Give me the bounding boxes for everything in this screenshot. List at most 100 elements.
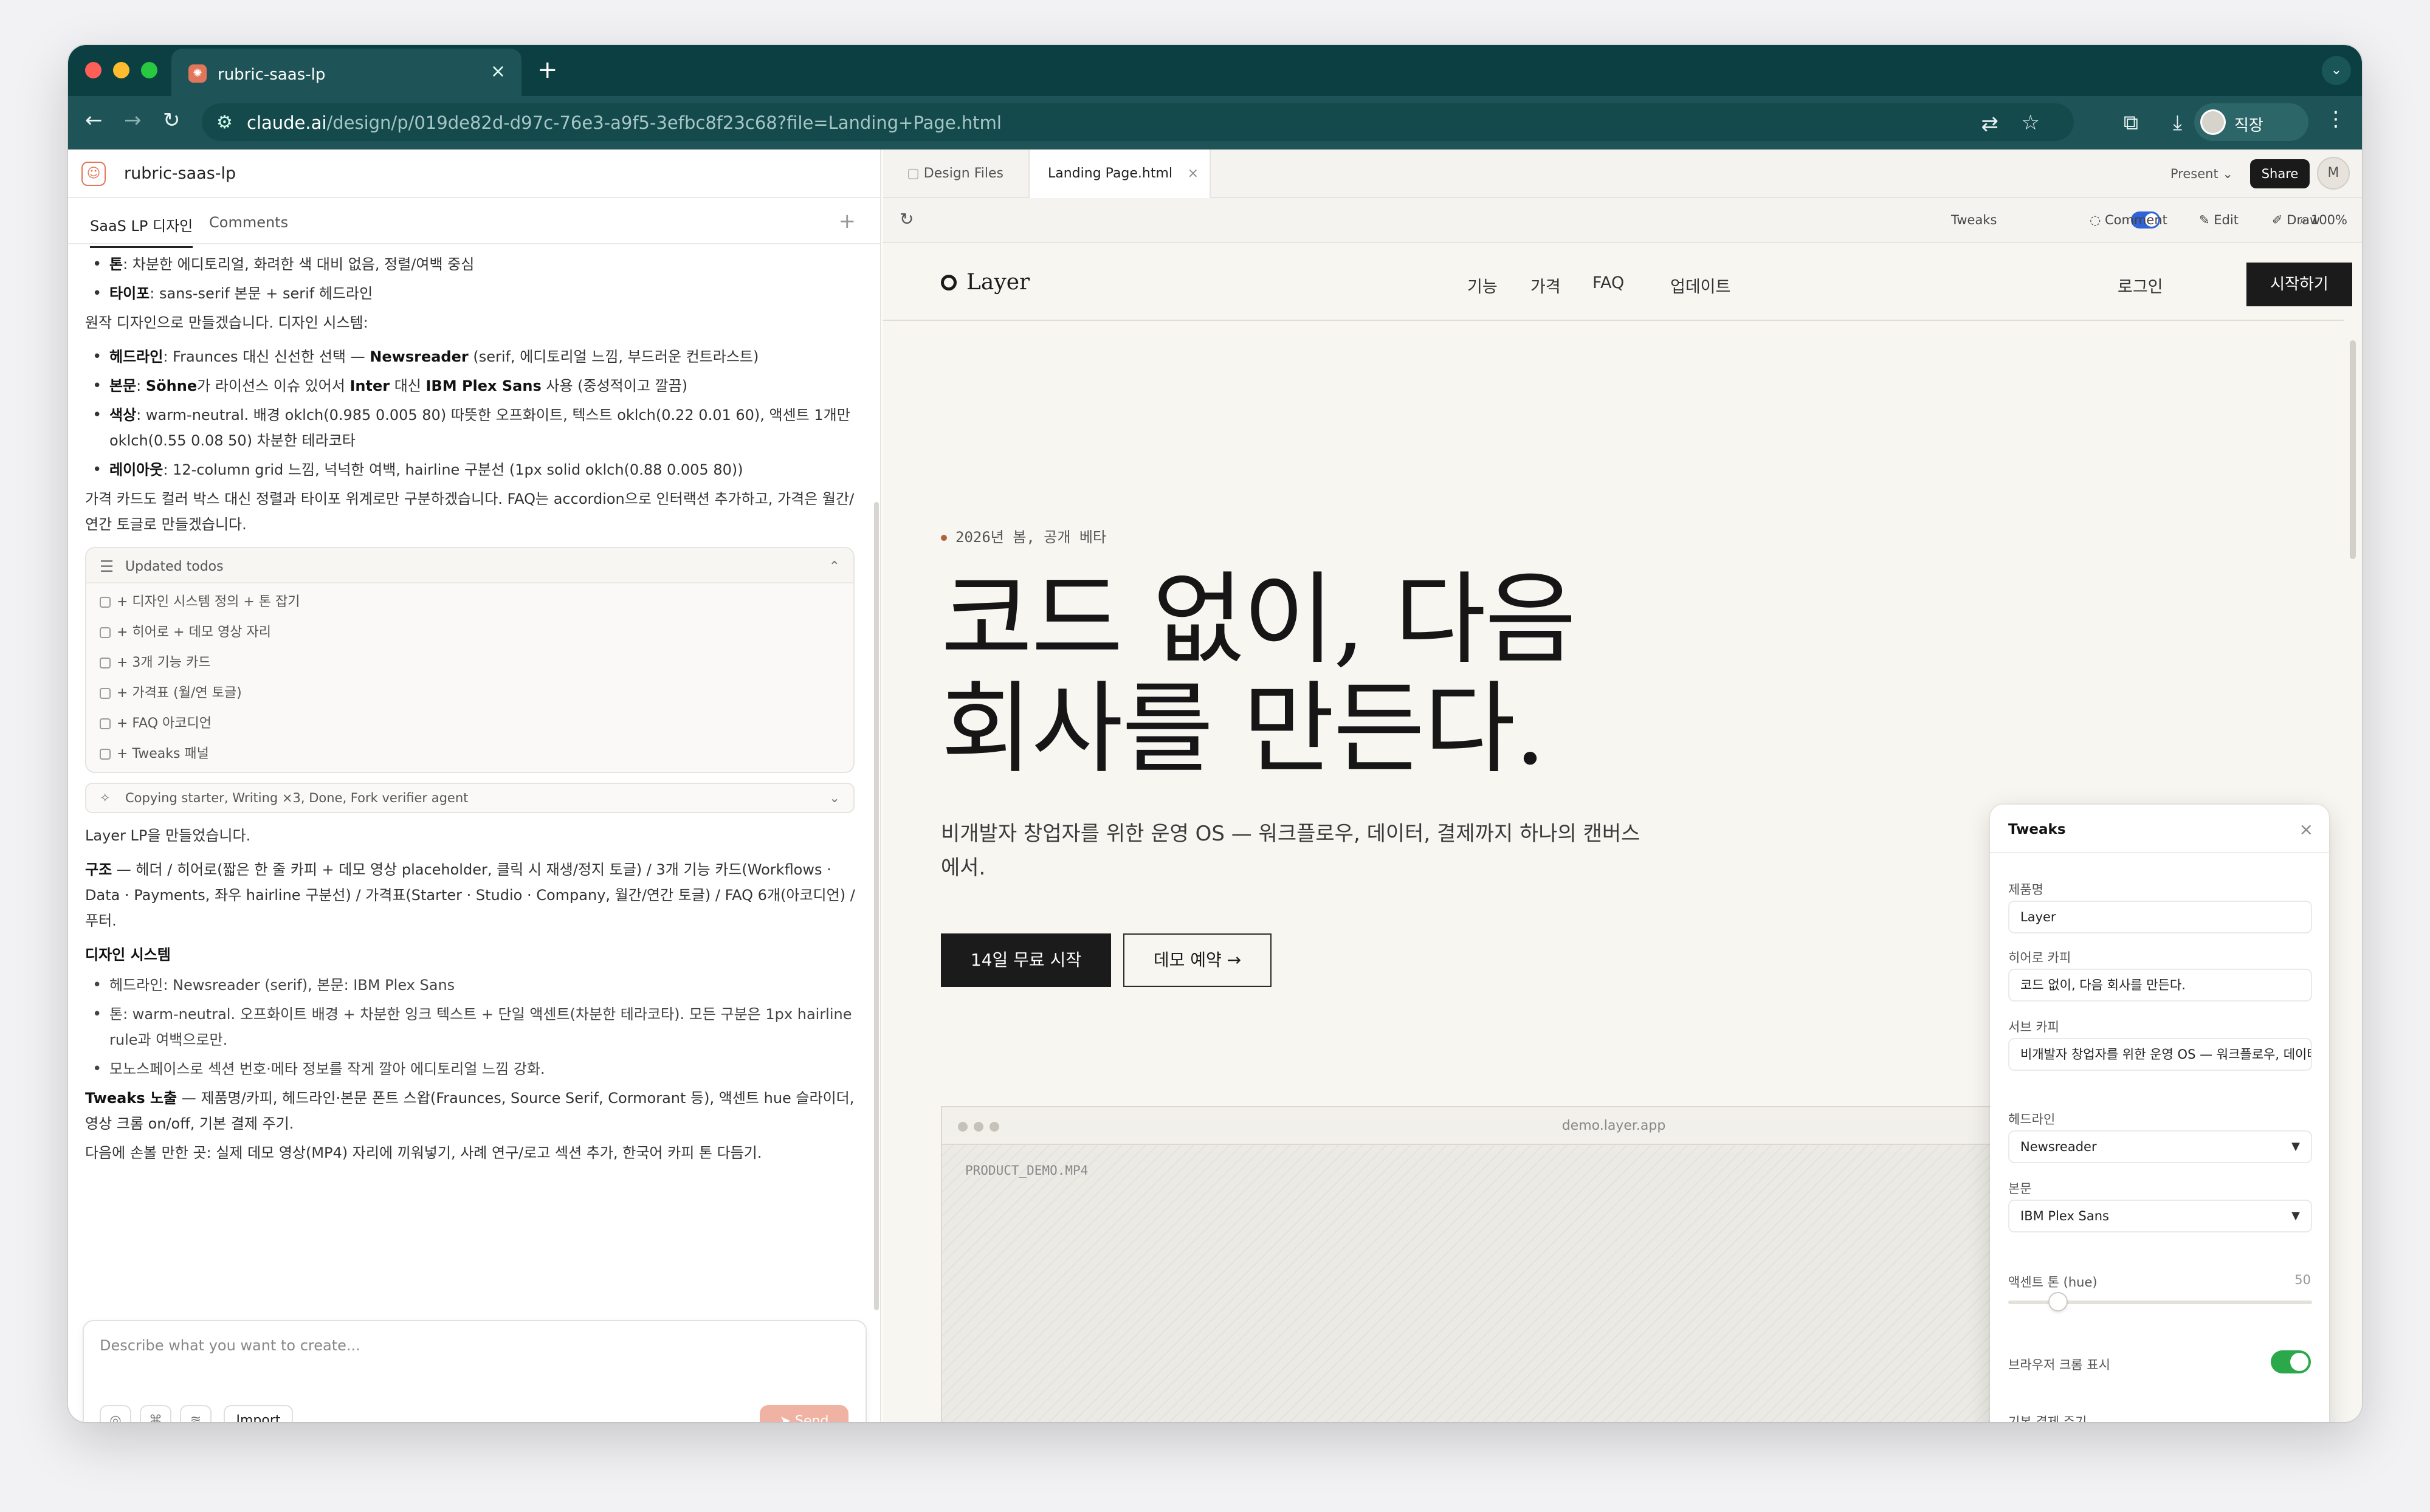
agent-steps-summary[interactable]: ✧ Copying starter, Writing ×3, Done, For… xyxy=(85,783,855,813)
tab-label: Design Files xyxy=(923,166,1004,181)
checkbox[interactable] xyxy=(100,627,111,638)
prompt-input[interactable]: Describe what you want to create... xyxy=(100,1337,360,1354)
refresh-icon[interactable]: ↻ xyxy=(900,209,914,229)
list-item: 색상: warm-neutral. 배경 oklch(0.985 0.005 8… xyxy=(85,402,867,453)
todo-header[interactable]: ☰ Updated todos ⌃ xyxy=(86,548,853,583)
headline-font-label: 헤드라인 xyxy=(2008,1112,2056,1127)
settings-icon[interactable]: ◎ xyxy=(100,1405,131,1422)
hero-subcopy: 비개발자 창업자를 위한 운영 OS — 워크플로우, 데이터, 결제까지 하나… xyxy=(941,822,1640,880)
profile-chip[interactable]: 직장 xyxy=(2194,103,2308,141)
todo-item[interactable]: + 가격표 (월/연 토글) xyxy=(100,681,242,706)
project-title[interactable]: rubric-saas-lp xyxy=(124,164,236,183)
body-font-label: 본문 xyxy=(2008,1181,2032,1196)
accent-hue-label: 액센트 톤 (hue) xyxy=(2008,1275,2098,1290)
sub-copy-input[interactable]: 비개발자 창업자를 위한 운영 OS — 워크플로우, 데이터, 결제까지 하나… xyxy=(2008,1038,2312,1071)
extensions-icon[interactable]: ⧉ xyxy=(2124,111,2138,135)
checkbox[interactable] xyxy=(100,718,111,729)
send-button[interactable]: ➤ Send xyxy=(760,1405,848,1422)
download-icon[interactable]: ⤓ xyxy=(2173,111,2182,135)
product-name-label: 제품명 xyxy=(2008,882,2043,897)
browser-tab-active[interactable]: ✺ rubric-saas-lp × xyxy=(171,49,521,96)
translate-icon[interactable]: ⇄ xyxy=(1981,112,1999,136)
import-button[interactable]: Import xyxy=(224,1405,293,1422)
checkbox[interactable] xyxy=(100,658,111,668)
bold-label: Tweaks 노출 xyxy=(85,1090,177,1107)
audio-wave-icon[interactable]: ≋ xyxy=(180,1405,212,1422)
chevron-down-icon[interactable]: ⌄ xyxy=(829,785,840,811)
todo-item[interactable]: + Tweaks 패널 xyxy=(100,741,209,767)
comment-button[interactable]: ◌ Comment xyxy=(2090,213,2167,227)
browser-chrome-toggle[interactable] xyxy=(2271,1350,2311,1373)
kicker: 2026년 봄, 공개 베타 xyxy=(941,525,1106,546)
reload-icon[interactable]: ↻ xyxy=(163,108,181,132)
todo-item[interactable]: + 3개 기능 카드 xyxy=(100,650,211,676)
book-demo-button[interactable]: 데모 예약 → xyxy=(1123,933,1272,987)
preview-scrollbar[interactable] xyxy=(2350,340,2356,559)
tab-design-files[interactable]: ▢ Design Files xyxy=(907,149,1022,198)
checkbox[interactable] xyxy=(100,688,111,699)
nav-link-updates[interactable]: 업데이트 xyxy=(1670,273,1730,297)
forward-arrow-icon[interactable]: → xyxy=(124,108,142,132)
chat-scrollbar[interactable] xyxy=(874,502,879,1310)
project-logo-icon[interactable]: ☺ xyxy=(81,162,106,186)
nav-link-faq[interactable]: FAQ xyxy=(1592,273,1624,292)
chevron-down-icon: ⌄ xyxy=(2218,167,2233,181)
edit-label: Edit xyxy=(2214,213,2239,227)
bookmark-star-icon[interactable]: ☆ xyxy=(2022,111,2040,135)
text: : 차분한 에디토리얼, 화려한 색 대비 없음, 정렬/여백 중심 xyxy=(123,256,475,273)
tab-landing-page[interactable]: Landing Page.html × xyxy=(1028,149,1211,199)
tab-saas-lp-design[interactable]: SaaS LP 디자인 xyxy=(90,214,193,248)
tab-search-chevron-icon[interactable]: ⌄ xyxy=(2322,56,2351,85)
nav-link-features[interactable]: 기능 xyxy=(1467,273,1498,297)
checkbox[interactable] xyxy=(100,749,111,760)
zoom-window-button[interactable] xyxy=(141,62,157,78)
zoom-value: 100% xyxy=(2310,213,2347,227)
headline-font-select[interactable]: Newsreader xyxy=(2008,1130,2312,1163)
landing-page-preview: Layer 기능 가격 FAQ 업데이트 로그인 시작하기 2026년 봄, 공… xyxy=(883,243,2362,1422)
close-window-button[interactable] xyxy=(85,62,102,78)
free-trial-button[interactable]: 14일 무료 시작 xyxy=(941,933,1111,987)
browser-menu-icon[interactable]: ⋮ xyxy=(2325,107,2346,131)
body-font-select[interactable]: IBM Plex Sans xyxy=(2008,1200,2312,1232)
todo-item[interactable]: + 히어로 + 데모 영상 자리 xyxy=(100,620,271,645)
todo-item[interactable]: + FAQ 아코디언 xyxy=(100,711,212,737)
avatar[interactable]: M xyxy=(2317,157,2350,190)
accent-hue-slider[interactable] xyxy=(2008,1292,2312,1311)
browser-window: ✺ rubric-saas-lp × + ⌄ ← → ↻ ⚙ claude.ai… xyxy=(68,45,2362,1422)
tab-comments[interactable]: Comments xyxy=(209,214,288,231)
start-button[interactable]: 시작하기 xyxy=(2246,263,2352,306)
hero-copy-input[interactable]: 코드 없이, 다음 회사를 만든다. xyxy=(2008,969,2312,1002)
edit-button[interactable]: ✎ Edit xyxy=(2199,213,2239,227)
share-button[interactable]: Share xyxy=(2250,159,2310,188)
address-bar[interactable]: ⚙ claude.ai/design/p/019de82d-d97c-76e3-… xyxy=(202,103,2074,141)
composer[interactable]: Describe what you want to create... ◎ ⌘ … xyxy=(83,1320,867,1422)
structure-text: 구조 — 헤더 / 히어로(짧은 한 줄 카피 + 데모 영상 placehol… xyxy=(85,857,867,933)
checkbox[interactable] xyxy=(100,597,111,608)
product-name-input[interactable]: Layer xyxy=(2008,901,2312,933)
url-host: claude.ai xyxy=(247,112,327,133)
back-arrow-icon[interactable]: ← xyxy=(85,108,103,132)
close-tab-icon[interactable]: × xyxy=(1188,149,1199,198)
bold-label: 본문 xyxy=(109,377,137,394)
list-item: 헤드라인: Fraunces 대신 신선한 선택 — Newsreader (s… xyxy=(85,344,867,369)
add-tab-icon[interactable]: + xyxy=(839,209,856,233)
login-link[interactable]: 로그인 xyxy=(2118,273,2163,297)
attach-icon[interactable]: ⌘ xyxy=(140,1405,171,1422)
site-brand[interactable]: Layer xyxy=(941,270,1030,295)
slider-knob[interactable] xyxy=(2048,1292,2068,1311)
zoom-control[interactable]: ⌕ 100% xyxy=(2300,213,2347,228)
tab-label: Landing Page.html xyxy=(1048,166,1173,181)
url-text: claude.ai/design/p/019de82d-d97c-76e3-a9… xyxy=(247,112,1002,133)
canvas-toolbar: ↻ Tweaks ◌ Comment ✎ Edit ✐ Draw ⌕ 100% xyxy=(883,198,2362,243)
todo-item[interactable]: + 디자인 시스템 정의 + 톤 잡기 xyxy=(100,589,300,615)
text: — 헤더 / 히어로(짧은 한 줄 카피 + 데모 영상 placeholder… xyxy=(85,861,855,929)
close-tab-icon[interactable]: × xyxy=(490,61,506,82)
new-tab-button[interactable]: + xyxy=(537,56,558,84)
close-icon[interactable]: × xyxy=(2299,819,2313,839)
minimize-window-button[interactable] xyxy=(113,62,129,78)
present-button[interactable]: Present ⌄ xyxy=(2170,167,2233,181)
tweaks-text: Tweaks 노출 — 제품명/카피, 헤드라인·본문 폰트 스왑(Fraunc… xyxy=(85,1085,867,1136)
chevron-up-icon[interactable]: ⌃ xyxy=(829,554,840,580)
site-settings-icon[interactable]: ⚙ xyxy=(216,112,233,133)
nav-link-pricing[interactable]: 가격 xyxy=(1530,273,1561,297)
